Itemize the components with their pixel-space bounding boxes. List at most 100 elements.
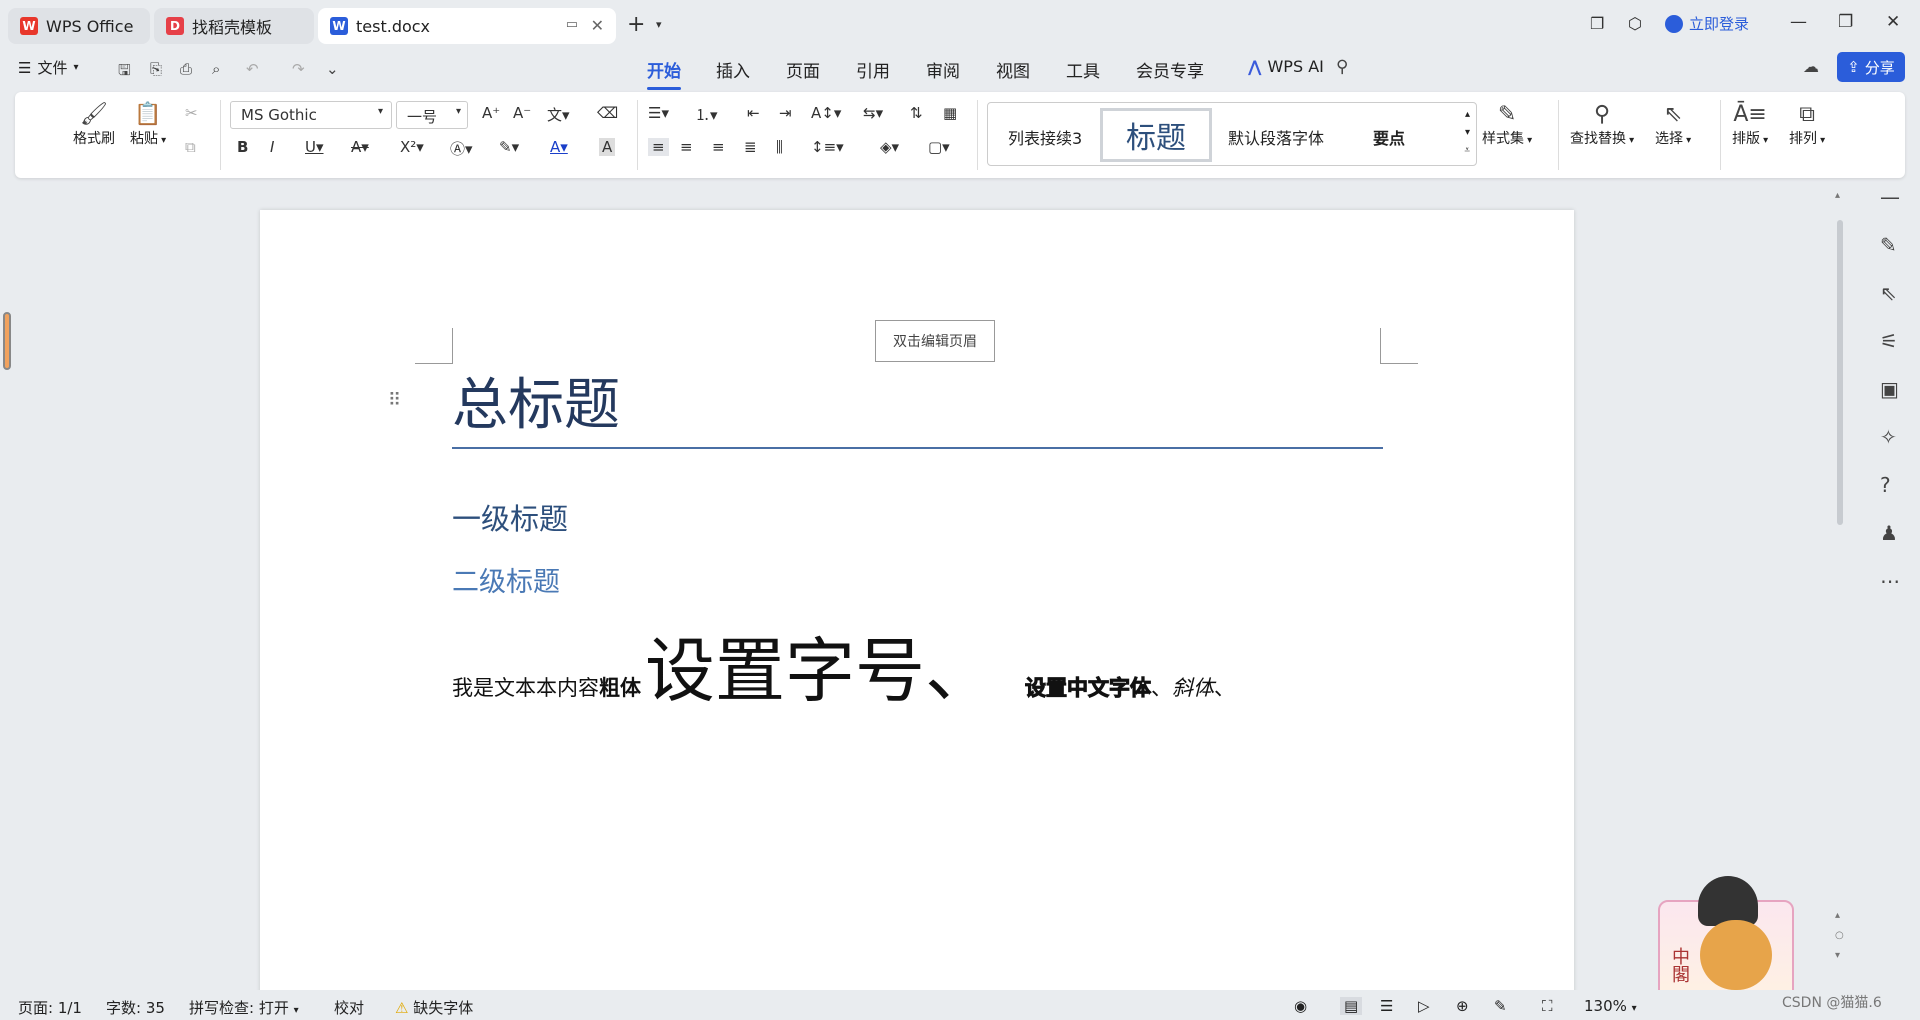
play-icon[interactable]: ▷	[1418, 997, 1430, 1015]
text-effect-icon[interactable]: Ⓐ▾	[450, 138, 473, 159]
word-count[interactable]: 字数: 35	[106, 997, 165, 1018]
format-painter-button[interactable]: 🖌 格式刷	[73, 102, 115, 148]
cube-icon[interactable]: ⬡	[1628, 14, 1642, 33]
style-item[interactable]: 默认段落字体	[1228, 125, 1324, 149]
cut-icon[interactable]: ✂	[185, 104, 198, 122]
style-item[interactable]: 列表接续3	[1008, 125, 1082, 149]
tab-wps-office[interactable]: W WPS Office	[8, 8, 150, 44]
text-direction-icon[interactable]: A↕▾	[811, 104, 841, 122]
sliders-icon[interactable]: ⚟	[1880, 329, 1898, 353]
line-spacing-icon[interactable]: ↕≡▾	[811, 138, 844, 156]
skin-icon[interactable]: ♟	[1880, 521, 1898, 545]
spell-check[interactable]: 拼写检查: 打开 ▾	[189, 997, 299, 1018]
tab-references[interactable]: 引用	[856, 57, 890, 82]
chevron-down-icon[interactable]: ⌄	[326, 60, 339, 78]
strikethrough-icon[interactable]: A▾	[351, 138, 369, 156]
scroll-up-icon[interactable]: ▴	[1465, 109, 1470, 120]
pen-icon[interactable]: ✎	[1880, 233, 1897, 257]
italic-icon[interactable]: I	[270, 138, 274, 156]
style-set-button[interactable]: ✎ 样式集 ▾	[1482, 102, 1532, 148]
phonetic-icon[interactable]: 文▾	[547, 104, 570, 125]
select-browse-icon[interactable]: ○	[1835, 930, 1844, 941]
typeset-button[interactable]: Ā≡ 排版 ▾	[1732, 102, 1768, 148]
tab-member[interactable]: 会员专享	[1136, 57, 1204, 82]
undo-icon[interactable]: ↶	[246, 60, 259, 78]
missing-font[interactable]: ⚠ 缺失字体	[395, 997, 473, 1018]
drag-handle-icon[interactable]: ⠿	[388, 390, 401, 411]
find-replace-button[interactable]: ⚲ 查找替换 ▾	[1570, 102, 1634, 148]
style-item-selected[interactable]: 标题	[1100, 108, 1212, 162]
show-marks-icon[interactable]: ▦	[943, 104, 957, 122]
outline-view-icon[interactable]: ☰	[1380, 997, 1393, 1015]
decrease-indent-icon[interactable]: ⇤	[747, 104, 760, 122]
login-button[interactable]: 立即登录	[1665, 13, 1749, 34]
fit-page-icon[interactable]: ⛶	[1542, 997, 1553, 1015]
help-icon[interactable]: ?	[1880, 473, 1891, 497]
minimize-icon[interactable]: —	[1790, 12, 1807, 32]
vertical-scrollbar[interactable]: ▴ ▴ ○ ▾	[1835, 190, 1845, 1000]
copy-icon[interactable]: ⧉	[185, 138, 196, 156]
next-page-icon[interactable]: ▾	[1835, 950, 1840, 961]
underline-icon[interactable]: U▾	[305, 138, 324, 156]
more-icon[interactable]: ⋯	[1880, 569, 1900, 593]
tab-page[interactable]: 页面	[786, 57, 820, 82]
superscript-icon[interactable]: X²▾	[400, 138, 424, 156]
align-center-icon[interactable]: ≡	[680, 138, 693, 156]
prev-page-icon[interactable]: ▴	[1835, 910, 1840, 921]
select-button[interactable]: ⇖ 选择 ▾	[1655, 102, 1691, 148]
restore-icon[interactable]: ❐	[1838, 12, 1853, 32]
tab-review[interactable]: 审阅	[926, 57, 960, 82]
shading-icon[interactable]: ◈▾	[880, 138, 899, 156]
edit-header-button[interactable]: 双击编辑页眉	[875, 320, 995, 362]
tab-docer-templates[interactable]: D 找稻壳模板	[154, 8, 314, 44]
search-icon[interactable]: ⚲	[1336, 57, 1348, 77]
bold-icon[interactable]: B	[237, 138, 248, 156]
save-icon[interactable]: 🖫	[118, 60, 131, 85]
tools-icon[interactable]: ✧	[1880, 425, 1897, 449]
chat-icon[interactable]: ☁	[1803, 57, 1819, 76]
char-shading-icon[interactable]: A	[599, 138, 616, 156]
print-preview-icon[interactable]: ⌕	[212, 60, 220, 78]
share-button[interactable]: ⇪ 分享	[1837, 52, 1905, 82]
paste-button[interactable]: 📋 粘贴 ▾	[130, 102, 166, 148]
grow-font-icon[interactable]: A⁺	[482, 104, 500, 122]
close-window-icon[interactable]: ✕	[1886, 12, 1900, 32]
redo-icon[interactable]: ↷	[292, 60, 305, 78]
web-view-icon[interactable]: ⊕	[1456, 997, 1469, 1015]
file-menu[interactable]: ☰ 文件 ▾	[18, 57, 79, 78]
align-left-icon[interactable]: ≡	[648, 138, 669, 156]
sort-icon[interactable]: ⇅	[910, 104, 923, 122]
page-indicator[interactable]: 页面: 1/1	[18, 997, 82, 1018]
align-right-icon[interactable]: ≡	[712, 138, 725, 156]
tab-insert[interactable]: 插入	[716, 57, 750, 82]
font-name-select[interactable]: MS Gothic ▾	[230, 101, 392, 129]
wps-ai-button[interactable]: ⋀ WPS AI	[1248, 57, 1324, 76]
tab-tools[interactable]: 工具	[1066, 57, 1100, 82]
tab-home[interactable]: 开始	[647, 57, 681, 90]
window-mode-icon[interactable]: ❐	[1590, 14, 1604, 33]
image-icon[interactable]: ▣	[1880, 377, 1899, 401]
monitor-icon[interactable]: ▭	[566, 17, 578, 32]
close-tab-icon[interactable]: ✕	[591, 16, 604, 35]
cursor-icon[interactable]: ⇖	[1880, 281, 1897, 305]
convert-icon[interactable]: ⇆▾	[863, 104, 883, 122]
distribute-icon[interactable]: ⫼	[776, 138, 783, 156]
collapse-icon[interactable]: —	[1880, 185, 1900, 209]
highlight-icon[interactable]: ✎▾	[499, 138, 519, 156]
side-panel-handle[interactable]	[3, 312, 11, 370]
font-color-icon[interactable]: A▾	[550, 138, 568, 156]
numbered-list-icon[interactable]: ⒈▾	[695, 104, 718, 125]
eye-icon[interactable]: ◉	[1294, 997, 1307, 1015]
expand-gallery-icon[interactable]: ⩡	[1464, 145, 1470, 156]
new-tab-plus-icon[interactable]: +	[627, 12, 645, 37]
bullet-list-icon[interactable]: ☰▾	[648, 104, 669, 122]
clear-format-icon[interactable]: ⌫	[597, 104, 618, 122]
chevron-down-icon[interactable]: ▾	[656, 18, 662, 31]
font-size-select[interactable]: 一号 ▾	[396, 101, 468, 129]
page-view-icon[interactable]: ▤	[1340, 997, 1363, 1015]
justify-icon[interactable]: ≣	[744, 138, 757, 156]
scroll-up-icon[interactable]: ▴	[1835, 190, 1840, 201]
scroll-down-icon[interactable]: ▾	[1465, 127, 1470, 138]
pen-icon[interactable]: ✎	[1494, 997, 1507, 1015]
tab-test-docx[interactable]: W test.docx ▭ ✕	[318, 8, 616, 44]
